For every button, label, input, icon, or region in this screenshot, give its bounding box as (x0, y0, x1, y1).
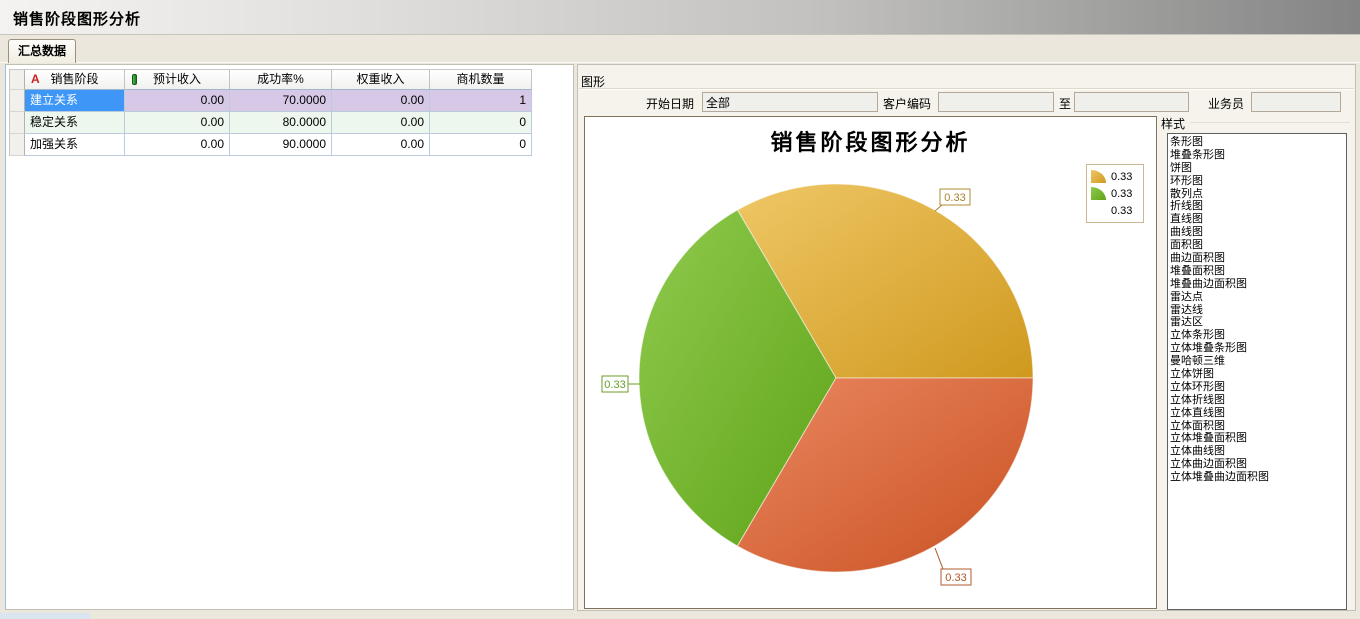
chart-style-list[interactable]: 条形图堆叠条形图饼图环形图散列点折线图直线图曲线图面积图曲边面积图堆叠面积图堆叠… (1167, 133, 1347, 610)
style-option[interactable]: 堆叠曲边面积图 (1170, 278, 1345, 291)
to-label: 至 (1059, 95, 1071, 112)
sort-a-icon: A (31, 70, 40, 89)
cell-count[interactable]: 1 (430, 90, 532, 112)
slice-label: 0.33 (945, 572, 966, 584)
style-option[interactable]: 立体饼图 (1170, 368, 1345, 381)
style-option[interactable]: 饼图 (1170, 162, 1345, 175)
chart-legend: 0.33 0.33 0.33 (1086, 164, 1144, 223)
style-option[interactable]: 环形图 (1170, 175, 1345, 188)
legend-item: 0.33 (1091, 185, 1139, 202)
tab-summary-data[interactable]: 汇总数据 (8, 39, 76, 63)
row-indicator (10, 112, 25, 134)
table-row[interactable]: 加强关系 0.00 90.0000 0.00 0 (10, 134, 532, 156)
legend-item: 0.33 (1091, 168, 1139, 185)
row-indicator (10, 90, 25, 112)
cell-count[interactable]: 0 (430, 112, 532, 134)
customer-code-input[interactable] (938, 92, 1054, 112)
chart-title: 销售阶段图形分析 (585, 125, 1156, 157)
col-header-count[interactable]: 商机数量 (430, 70, 532, 90)
pie-chart: 0.33 0.33 0.33 销售阶段图形分析 0.33 0.33 (584, 116, 1157, 609)
style-option[interactable]: 曼哈顿三维 (1170, 355, 1345, 368)
row-indicator (10, 134, 25, 156)
style-option[interactable]: 曲边面积图 (1170, 252, 1345, 265)
col-header-rate[interactable]: 成功率% (230, 70, 332, 90)
style-option[interactable]: 立体堆叠面积图 (1170, 432, 1345, 445)
col-header-stage-label: 销售阶段 (50, 72, 98, 86)
cell-stage[interactable]: 加强关系 (25, 134, 125, 156)
style-divider (1190, 122, 1350, 123)
pie-chart-canvas: 0.33 0.33 0.33 (585, 117, 1156, 608)
style-option[interactable]: 条形图 (1170, 136, 1345, 149)
style-option[interactable]: 堆叠面积图 (1170, 265, 1345, 278)
table-header-row: A 销售阶段 预计收入 成功率% 权重收入 商机数量 (10, 70, 532, 90)
summary-panel: A 销售阶段 预计收入 成功率% 权重收入 商机数量 建立关系 0.00 70.… (5, 64, 574, 610)
start-date-label: 开始日期 (646, 95, 694, 112)
style-option[interactable]: 堆叠条形图 (1170, 149, 1345, 162)
cell-stage[interactable]: 建立关系 (25, 90, 125, 112)
style-option[interactable]: 立体堆叠条形图 (1170, 342, 1345, 355)
style-option[interactable]: 立体曲线图 (1170, 445, 1345, 458)
style-option[interactable]: 立体条形图 (1170, 329, 1345, 342)
graph-panel: 图形 开始日期 客户编码 至 业务员 (577, 64, 1356, 611)
legend-wedge-icon (1091, 204, 1106, 217)
row-indicator-header (10, 70, 25, 90)
column-marker-icon (132, 74, 137, 85)
cell-stage[interactable]: 稳定关系 (25, 112, 125, 134)
salesman-input[interactable] (1251, 92, 1341, 112)
style-option[interactable]: 雷达线 (1170, 304, 1345, 317)
style-option[interactable]: 立体曲边面积图 (1170, 458, 1345, 471)
legend-wedge-icon (1091, 187, 1106, 200)
cell-count[interactable]: 0 (430, 134, 532, 156)
legend-wedge-icon (1091, 170, 1106, 183)
table-row[interactable]: 稳定关系 0.00 80.0000 0.00 0 (10, 112, 532, 134)
legend-label: 0.33 (1111, 171, 1132, 183)
slice-label: 0.33 (944, 192, 965, 204)
cell-expected[interactable]: 0.00 (125, 134, 230, 156)
style-option[interactable]: 立体堆叠曲边面积图 (1170, 471, 1345, 484)
cell-rate[interactable]: 70.0000 (230, 90, 332, 112)
col-header-weighted[interactable]: 权重收入 (332, 70, 430, 90)
status-sliver (0, 613, 90, 619)
table-row[interactable]: 建立关系 0.00 70.0000 0.00 1 (10, 90, 532, 112)
col-header-expected[interactable]: 预计收入 (125, 70, 230, 90)
customer-code-label: 客户编码 (883, 95, 931, 112)
filter-divider (579, 88, 1354, 90)
style-option[interactable]: 雷达区 (1170, 316, 1345, 329)
col-header-stage[interactable]: A 销售阶段 (25, 70, 125, 90)
customer-code-to-input[interactable] (1074, 92, 1189, 112)
slice-label: 0.33 (604, 379, 625, 391)
cell-weighted[interactable]: 0.00 (332, 90, 430, 112)
style-option[interactable]: 直线图 (1170, 213, 1345, 226)
title-bar: 销售阶段图形分析 (0, 0, 1360, 35)
label-connector (935, 205, 942, 211)
style-option[interactable]: 曲线图 (1170, 226, 1345, 239)
style-option[interactable]: 立体直线图 (1170, 407, 1345, 420)
summary-table: A 销售阶段 预计收入 成功率% 权重收入 商机数量 建立关系 0.00 70.… (9, 69, 532, 156)
style-option[interactable]: 立体折线图 (1170, 394, 1345, 407)
cell-weighted[interactable]: 0.00 (332, 112, 430, 134)
legend-label: 0.33 (1111, 188, 1132, 200)
cell-weighted[interactable]: 0.00 (332, 134, 430, 156)
col-header-expected-label: 预计收入 (153, 72, 201, 86)
style-option[interactable]: 雷达点 (1170, 291, 1345, 304)
style-option[interactable]: 立体环形图 (1170, 381, 1345, 394)
cell-expected[interactable]: 0.00 (125, 90, 230, 112)
salesman-label: 业务员 (1208, 95, 1244, 112)
label-connector (935, 548, 943, 569)
page-title: 销售阶段图形分析 (13, 8, 141, 29)
start-date-input[interactable] (702, 92, 878, 112)
style-option[interactable]: 立体面积图 (1170, 420, 1345, 433)
legend-item: 0.33 (1091, 202, 1139, 219)
cell-expected[interactable]: 0.00 (125, 112, 230, 134)
style-group-label: 样式 (1161, 115, 1185, 132)
style-option[interactable]: 面积图 (1170, 239, 1345, 252)
cell-rate[interactable]: 90.0000 (230, 134, 332, 156)
legend-label: 0.33 (1111, 205, 1132, 217)
cell-rate[interactable]: 80.0000 (230, 112, 332, 134)
style-option[interactable]: 散列点 (1170, 188, 1345, 201)
app-window: 销售阶段图形分析 汇总数据 A 销售阶段 预计收入 成功率% 权重收入 商机数量 (0, 0, 1360, 619)
style-option[interactable]: 折线图 (1170, 200, 1345, 213)
